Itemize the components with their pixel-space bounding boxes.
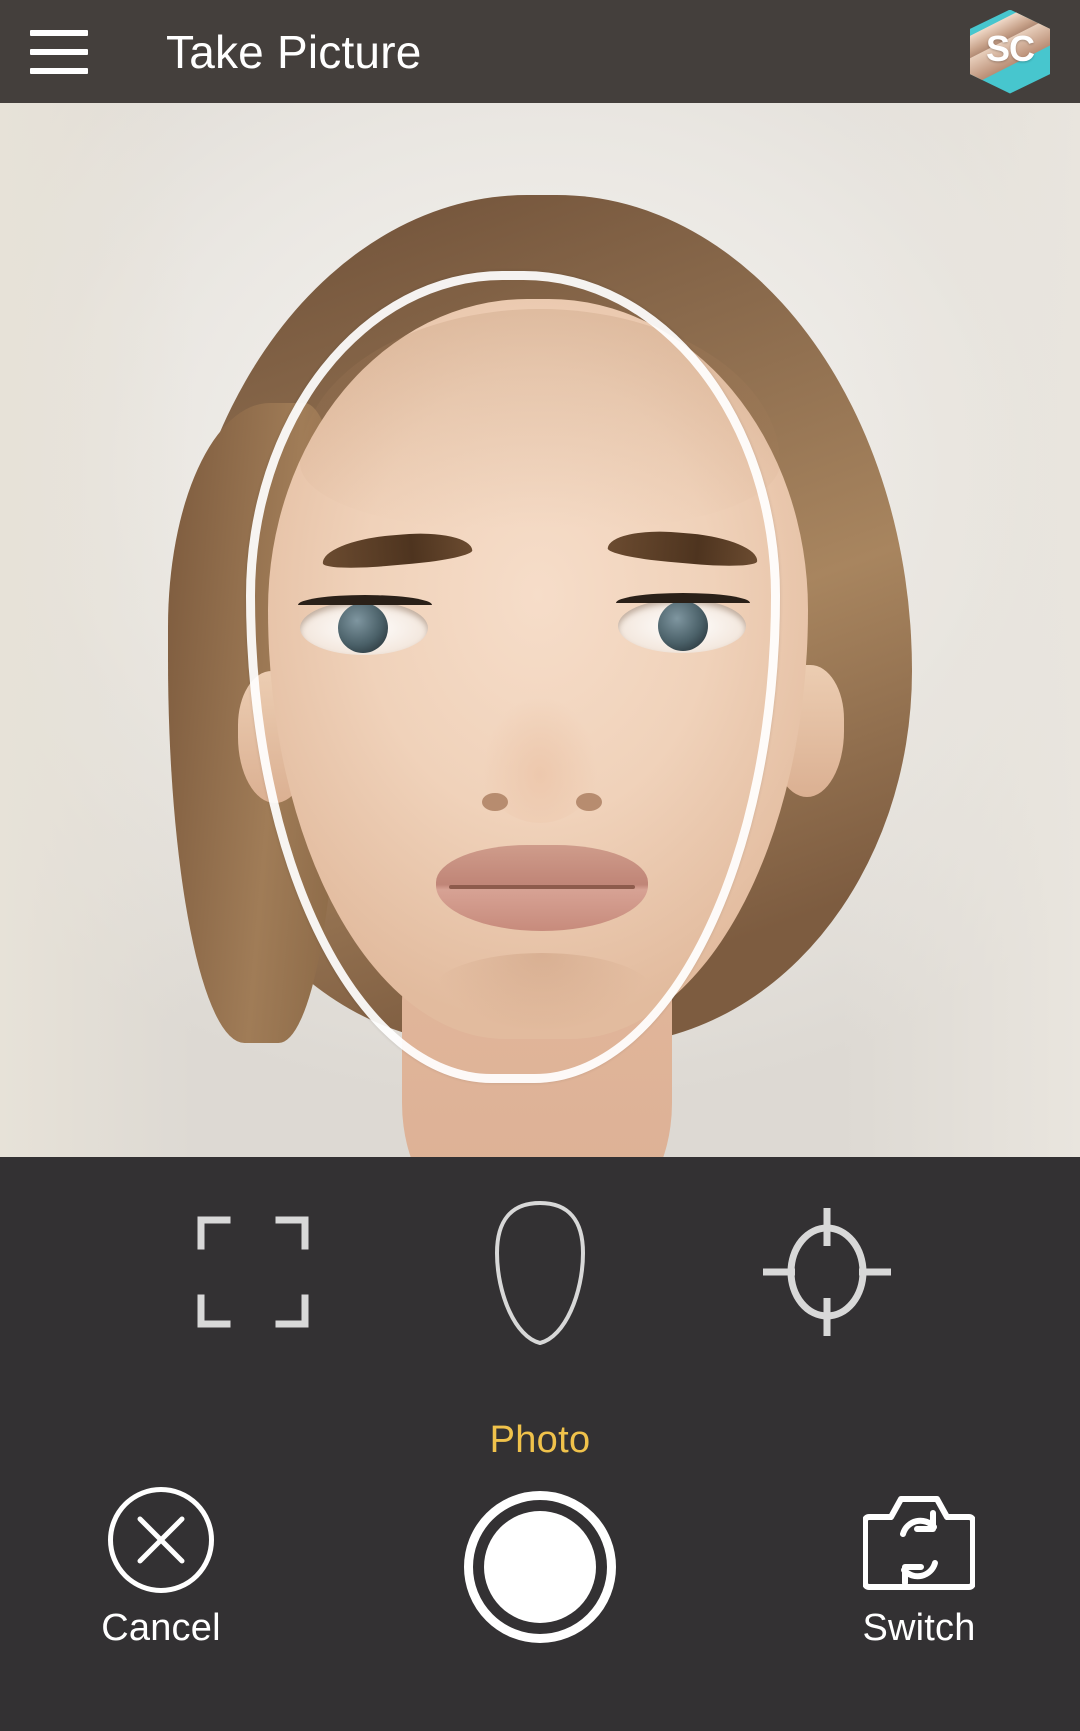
cancel-label: Cancel (101, 1607, 221, 1649)
face-oval-icon[interactable] (470, 1200, 610, 1346)
nostril-left (482, 793, 508, 811)
iris-left (338, 603, 388, 653)
crosshair-target-icon[interactable] (757, 1202, 897, 1342)
iris-right (658, 601, 708, 651)
camera-capture-screen: Take Picture SC Photo Cancel Switch (0, 0, 1080, 1731)
switch-camera-icon (863, 1487, 975, 1593)
crop-frame-icon[interactable] (183, 1202, 323, 1342)
hamburger-line (30, 67, 88, 74)
switch-label: Switch (862, 1607, 976, 1649)
close-x-circle-icon (108, 1487, 214, 1593)
app-logo-icon[interactable]: SC (970, 9, 1050, 94)
hamburger-line (30, 29, 88, 36)
hamburger-menu-icon[interactable] (26, 19, 92, 85)
camera-controls-panel: Photo Cancel Switch (0, 1157, 1080, 1731)
shutter-inner-circle (484, 1511, 596, 1623)
switch-camera-button[interactable]: Switch (804, 1487, 1034, 1650)
capture-mode-row (0, 1197, 1080, 1347)
capture-action-row: Cancel Switch (0, 1487, 1080, 1717)
portrait-subject (0, 103, 1080, 1157)
cancel-button[interactable]: Cancel (46, 1487, 276, 1650)
selected-mode-label: Photo (489, 1419, 591, 1461)
app-bar: Take Picture SC (0, 0, 1080, 103)
shutter-button-icon (464, 1491, 616, 1643)
hamburger-line (30, 48, 88, 55)
shutter-button[interactable] (425, 1487, 655, 1643)
camera-preview[interactable] (0, 103, 1080, 1157)
chin-shading (430, 953, 654, 1033)
app-logo-text: SC (985, 27, 1035, 69)
nostril-right (576, 793, 602, 811)
page-title: Take Picture (166, 25, 422, 78)
